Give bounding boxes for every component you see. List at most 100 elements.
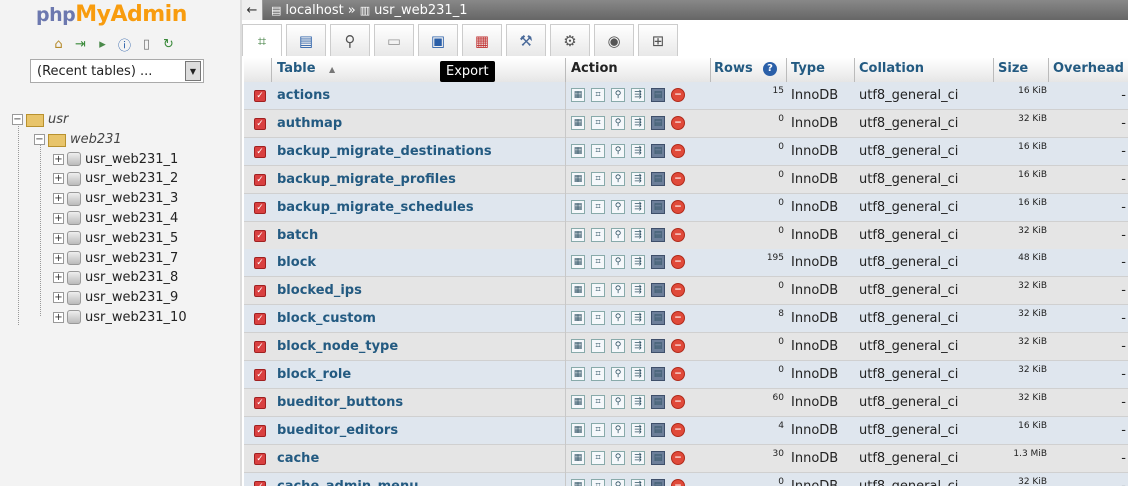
tree-database-item[interactable]: + usr_web231_5 [53,229,178,247]
empty-icon[interactable]: ▤ [651,227,665,242]
table-name-link[interactable]: authmap [277,116,342,131]
tree-node-root[interactable]: − usr [12,110,68,128]
row-checkbox[interactable]: ✓ [254,480,266,486]
col-rows[interactable]: Rows [714,61,753,76]
empty-icon[interactable]: ▤ [651,88,665,102]
expand-icon[interactable]: + [53,193,64,205]
empty-icon[interactable]: ▤ [651,339,665,354]
insert-icon[interactable]: ⇶ [631,115,645,130]
table-name-link[interactable]: backup_migrate_destinations [277,144,492,159]
browse-icon[interactable]: ▦ [571,367,585,381]
structure-icon[interactable]: ⌗ [591,143,605,158]
insert-icon[interactable]: ⇶ [631,255,645,270]
row-checkbox[interactable]: ✓ [254,173,266,186]
insert-icon[interactable]: ⇶ [631,311,645,326]
row-checkbox[interactable]: ✓ [254,313,266,326]
search-icon[interactable]: ⚲ [611,171,625,186]
table-name-link[interactable]: cache [277,451,319,466]
table-name-link[interactable]: bueditor_buttons [277,395,403,410]
structure-icon[interactable]: ⌗ [591,422,605,437]
tab-events[interactable]: ◉ [594,24,634,56]
empty-icon[interactable]: ▤ [651,115,665,130]
insert-icon[interactable]: ⇶ [631,367,645,381]
col-table[interactable]: Table [277,61,316,76]
expand-icon[interactable]: + [53,173,64,185]
table-name-link[interactable]: blocked_ips [277,283,362,298]
insert-icon[interactable]: ⇶ [631,422,645,437]
tree-database-item[interactable]: + usr_web231_3 [53,190,178,208]
home-icon[interactable]: ⌂ [50,36,67,53]
tab-query[interactable]: ▭ [374,24,414,56]
expand-icon[interactable]: + [53,153,64,165]
table-name-link[interactable]: backup_migrate_schedules [277,200,474,215]
insert-icon[interactable]: ⇶ [631,227,645,242]
browse-icon[interactable]: ▦ [571,283,585,298]
exit-icon[interactable]: ⇥ [72,36,89,53]
browse-icon[interactable]: ▦ [571,255,585,270]
browse-icon[interactable]: ▦ [571,450,585,465]
search-icon[interactable]: ⚲ [611,478,625,486]
nav-resize-handle[interactable] [240,0,242,486]
expand-icon[interactable]: + [53,212,64,224]
search-icon[interactable]: ⚲ [611,450,625,465]
reload-icon[interactable]: ↻ [160,36,177,53]
empty-icon[interactable]: ▤ [651,171,665,186]
search-icon[interactable]: ⚲ [611,394,625,409]
structure-icon[interactable]: ⌗ [591,311,605,326]
sort-asc-icon[interactable]: ▲ [329,65,335,74]
empty-icon[interactable]: ▤ [651,255,665,270]
browse-icon[interactable]: ▦ [571,311,585,326]
structure-icon[interactable]: ⌗ [591,199,605,214]
insert-icon[interactable]: ⇶ [631,394,645,409]
structure-icon[interactable]: ⌗ [591,255,605,270]
row-checkbox[interactable]: ✓ [254,452,266,465]
col-size[interactable]: Size [998,61,1028,76]
table-name-link[interactable]: cache_admin_menu [277,479,418,486]
row-checkbox[interactable]: ✓ [254,201,266,214]
help-icon[interactable]: ⓘ [116,36,133,54]
empty-icon[interactable]: ▤ [651,311,665,326]
breadcrumb-server[interactable]: localhost [285,3,343,18]
insert-icon[interactable]: ⇶ [631,283,645,298]
expand-icon[interactable]: + [53,232,64,244]
structure-icon[interactable]: ⌗ [591,227,605,242]
help-icon[interactable]: ? [763,62,777,76]
browse-icon[interactable]: ▦ [571,422,585,437]
browse-icon[interactable]: ▦ [571,143,585,158]
tree-database-item[interactable]: + usr_web231_4 [53,209,178,227]
recent-tables-select[interactable]: (Recent tables) ... ▼ [30,59,204,83]
tree-database-item[interactable]: + usr_web231_1 [53,150,178,168]
empty-icon[interactable]: ▤ [651,478,665,486]
structure-icon[interactable]: ⌗ [591,88,605,102]
row-checkbox[interactable]: ✓ [254,369,266,381]
table-name-link[interactable]: actions [277,88,330,103]
col-collation[interactable]: Collation [859,61,924,76]
row-checkbox[interactable]: ✓ [254,341,266,354]
sql-query-icon[interactable]: ▸ [94,36,111,53]
browse-icon[interactable]: ▦ [571,115,585,130]
row-checkbox[interactable]: ✓ [254,229,266,242]
table-name-link[interactable]: backup_migrate_profiles [277,172,456,187]
expand-icon[interactable]: + [53,252,64,264]
browse-icon[interactable]: ▦ [571,394,585,409]
search-icon[interactable]: ⚲ [611,115,625,130]
tab-import[interactable]: ▦ [462,24,502,56]
structure-icon[interactable]: ⌗ [591,283,605,298]
structure-icon[interactable]: ⌗ [591,367,605,381]
table-name-link[interactable]: block_node_type [277,339,398,354]
insert-icon[interactable]: ⇶ [631,88,645,102]
structure-icon[interactable]: ⌗ [591,394,605,409]
browse-icon[interactable]: ▦ [571,199,585,214]
empty-icon[interactable]: ▤ [651,143,665,158]
tree-database-item[interactable]: + usr_web231_10 [53,308,187,326]
empty-icon[interactable]: ▤ [651,283,665,298]
collapse-icon[interactable]: − [12,113,23,125]
insert-icon[interactable]: ⇶ [631,339,645,354]
row-checkbox[interactable]: ✓ [254,117,266,130]
search-icon[interactable]: ⚲ [611,339,625,354]
expand-icon[interactable]: + [53,311,64,323]
table-name-link[interactable]: block_custom [277,311,376,326]
chevron-down-icon[interactable]: ▼ [185,61,201,81]
structure-icon[interactable]: ⌗ [591,450,605,465]
expand-icon[interactable]: + [53,272,64,284]
